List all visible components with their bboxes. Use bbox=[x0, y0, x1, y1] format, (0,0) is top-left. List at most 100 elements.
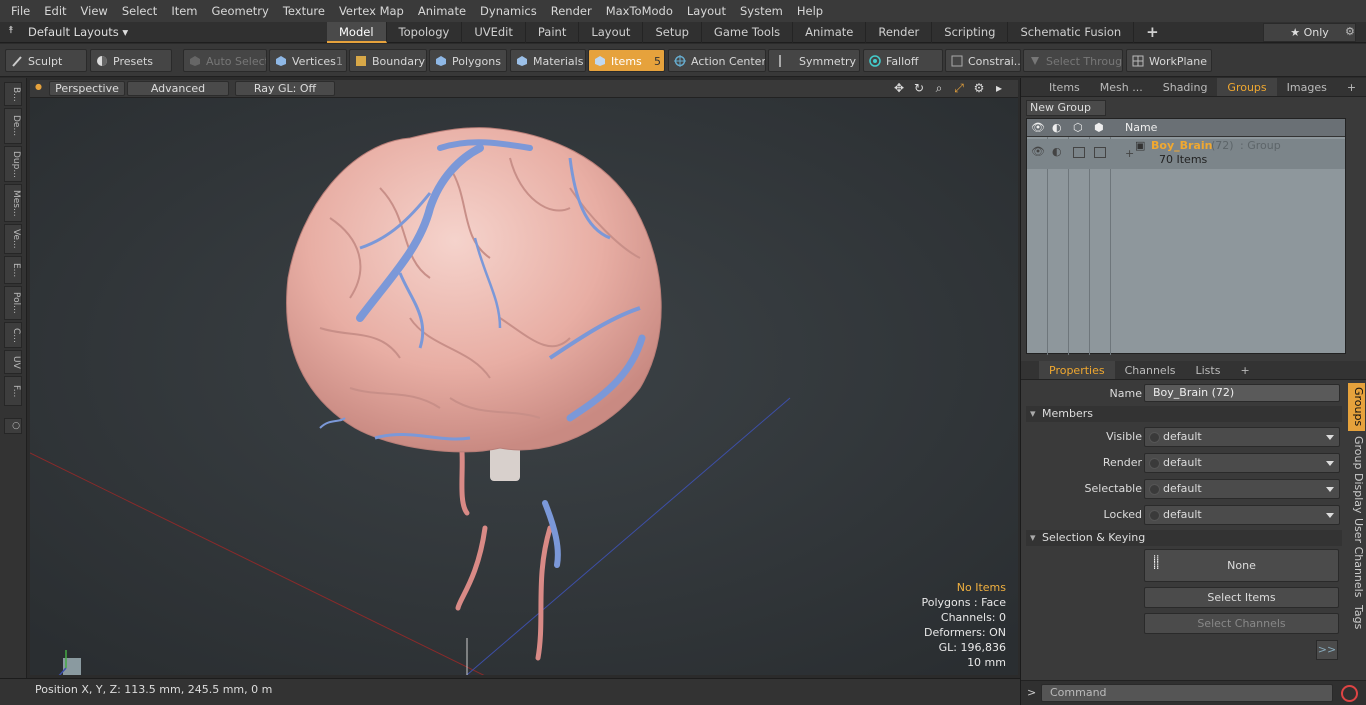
menu-render[interactable]: Render bbox=[544, 0, 599, 22]
selectable-dropdown[interactable]: default bbox=[1144, 479, 1340, 499]
menu-select[interactable]: Select bbox=[115, 0, 164, 22]
tab-scripting[interactable]: Scripting bbox=[932, 22, 1009, 43]
left-tab-edge[interactable]: E... bbox=[4, 256, 22, 284]
select-channels-button[interactable]: Select Channels bbox=[1144, 613, 1339, 634]
left-tab-curve[interactable]: C... bbox=[4, 322, 22, 348]
left-tab-deform[interactable]: De... bbox=[4, 108, 22, 144]
select-icon[interactable]: ⬡ bbox=[1073, 119, 1083, 137]
presets-button[interactable]: Presets bbox=[90, 49, 172, 72]
tab-uvedit[interactable]: UVEdit bbox=[462, 22, 526, 43]
expand-plus-icon[interactable]: + bbox=[1125, 147, 1134, 160]
items-button[interactable]: Items 5 bbox=[588, 49, 665, 72]
tab-setup[interactable]: Setup bbox=[643, 22, 702, 43]
tab-model[interactable]: Model bbox=[327, 22, 387, 43]
default-layouts-dropdown[interactable]: Default Layouts ▾ bbox=[28, 22, 128, 43]
action-center-button[interactable]: Action Center bbox=[668, 49, 766, 72]
more-button[interactable]: >> bbox=[1316, 640, 1338, 660]
workplane-button[interactable]: WorkPlane bbox=[1126, 49, 1212, 72]
menu-item[interactable]: Item bbox=[164, 0, 204, 22]
vertices-button[interactable]: Vertices 1 bbox=[269, 49, 347, 72]
row-lock-checkbox[interactable] bbox=[1094, 147, 1106, 158]
left-tab-polygon[interactable]: Pol... bbox=[4, 286, 22, 320]
tab-layout[interactable]: Layout bbox=[579, 22, 644, 43]
menu-dynamics[interactable]: Dynamics bbox=[473, 0, 544, 22]
3d-viewport[interactable]: ● Perspective Advanced Ray GL: Off ✥ ↻ ⌕… bbox=[30, 80, 1018, 675]
rotate-view-icon[interactable]: ↻ bbox=[912, 81, 926, 95]
select-through-button[interactable]: Select Through bbox=[1023, 49, 1123, 72]
falloff-button[interactable]: Falloff bbox=[863, 49, 943, 72]
tab-game-tools[interactable]: Game Tools bbox=[702, 22, 794, 43]
polygons-button[interactable]: Polygons bbox=[429, 49, 507, 72]
tab-mesh[interactable]: Mesh ... bbox=[1090, 78, 1153, 96]
viewport-expand-arrow-icon[interactable]: ▸ bbox=[992, 81, 1006, 95]
menu-animate[interactable]: Animate bbox=[411, 0, 473, 22]
row-select-checkbox[interactable] bbox=[1073, 147, 1085, 158]
materials-button[interactable]: Materials bbox=[510, 49, 586, 72]
boundary-button[interactable]: Boundary bbox=[349, 49, 427, 72]
add-panel-tab-icon[interactable]: + bbox=[1337, 78, 1366, 96]
perspective-button[interactable]: Perspective bbox=[49, 81, 125, 96]
only-button[interactable]: ★ Only bbox=[1263, 23, 1356, 42]
tab-images[interactable]: Images bbox=[1277, 78, 1337, 96]
menu-edit[interactable]: Edit bbox=[37, 0, 73, 22]
menu-vertex-map[interactable]: Vertex Map bbox=[332, 0, 411, 22]
move-view-icon[interactable]: ✥ bbox=[892, 81, 906, 95]
command-input[interactable]: Command bbox=[1041, 684, 1333, 702]
menu-help[interactable]: Help bbox=[790, 0, 830, 22]
menu-texture[interactable]: Texture bbox=[276, 0, 332, 22]
side-tab-tags[interactable]: Tags bbox=[1348, 602, 1365, 632]
tab-render[interactable]: Render bbox=[866, 22, 933, 43]
symmetry-button[interactable]: Symmetry bbox=[768, 49, 860, 72]
tab-animate[interactable]: Animate bbox=[793, 22, 867, 43]
visibility-eye-icon[interactable]: 👁 bbox=[1031, 119, 1045, 137]
advanced-button[interactable]: Advanced bbox=[127, 81, 229, 96]
menu-file[interactable]: File bbox=[4, 0, 37, 22]
left-tab-duplicate[interactable]: Dup... bbox=[4, 146, 22, 182]
side-tab-group-display[interactable]: Group Display bbox=[1348, 435, 1365, 515]
tab-properties[interactable]: Properties bbox=[1039, 361, 1115, 379]
menu-view[interactable]: View bbox=[74, 0, 115, 22]
none-keying-button[interactable]: ⁞⁞ ⁞⁞ None bbox=[1144, 549, 1339, 582]
record-macro-icon[interactable] bbox=[1341, 685, 1358, 702]
tab-groups[interactable]: Groups bbox=[1217, 78, 1277, 96]
viewport-dot-icon[interactable]: ● bbox=[35, 82, 42, 91]
locked-dropdown[interactable]: default bbox=[1144, 505, 1340, 525]
viewport-gear-icon[interactable]: ⚙ bbox=[972, 81, 986, 95]
tab-channels[interactable]: Channels bbox=[1115, 361, 1186, 379]
add-properties-tab-icon[interactable]: + bbox=[1230, 361, 1259, 379]
left-tab-basic[interactable]: B... bbox=[4, 82, 22, 106]
menu-layout[interactable]: Layout bbox=[680, 0, 733, 22]
render-icon[interactable]: ◐ bbox=[1052, 119, 1062, 137]
zoom-view-icon[interactable]: ⌕ bbox=[932, 81, 946, 95]
new-group-button[interactable]: New Group bbox=[1026, 100, 1106, 116]
tab-shading[interactable]: Shading bbox=[1153, 78, 1218, 96]
group-row[interactable]: 👁 ◐ + ▣ Boy_Brain (72) : Group 70 Items bbox=[1027, 139, 1345, 169]
tab-lists[interactable]: Lists bbox=[1186, 361, 1231, 379]
tab-items[interactable]: Items bbox=[1039, 78, 1090, 96]
tab-paint[interactable]: Paint bbox=[526, 22, 580, 43]
left-tab-uv[interactable]: UV bbox=[4, 350, 22, 374]
sculpt-button[interactable]: Sculpt bbox=[5, 49, 87, 72]
visible-dropdown[interactable]: default bbox=[1144, 427, 1340, 447]
left-tab-toggle-icon[interactable]: ○ bbox=[4, 418, 22, 434]
row-eye-icon[interactable]: 👁 bbox=[1031, 145, 1045, 158]
left-tab-mesh[interactable]: Mes... bbox=[4, 184, 22, 222]
selection-keying-section[interactable]: Selection & Keying bbox=[1026, 530, 1342, 546]
constraints-button[interactable]: Constrai... bbox=[945, 49, 1021, 72]
menu-system[interactable]: System bbox=[733, 0, 790, 22]
lock-icon[interactable]: ⬢ bbox=[1094, 119, 1104, 137]
side-tab-user-channels[interactable]: User Channels bbox=[1348, 518, 1365, 598]
left-tab-fusion[interactable]: F... bbox=[4, 376, 22, 406]
left-tab-vertex[interactable]: Ve... bbox=[4, 224, 22, 254]
tab-schematic-fusion[interactable]: Schematic Fusion bbox=[1008, 22, 1135, 43]
render-dropdown[interactable]: default bbox=[1144, 453, 1340, 473]
collapse-arrow-icon[interactable]: ⯭ bbox=[8, 25, 14, 36]
select-items-button[interactable]: Select Items bbox=[1144, 587, 1339, 608]
menu-maxtomodo[interactable]: MaxToModo bbox=[599, 0, 680, 22]
fit-view-icon[interactable]: ⤢ bbox=[952, 81, 966, 95]
settings-gear-icon[interactable]: ⚙ bbox=[1345, 25, 1355, 38]
menu-geometry[interactable]: Geometry bbox=[205, 0, 276, 22]
raygl-button[interactable]: Ray GL: Off bbox=[235, 81, 335, 96]
name-field[interactable]: Boy_Brain (72) bbox=[1144, 384, 1340, 402]
members-section[interactable]: Members bbox=[1026, 406, 1342, 422]
